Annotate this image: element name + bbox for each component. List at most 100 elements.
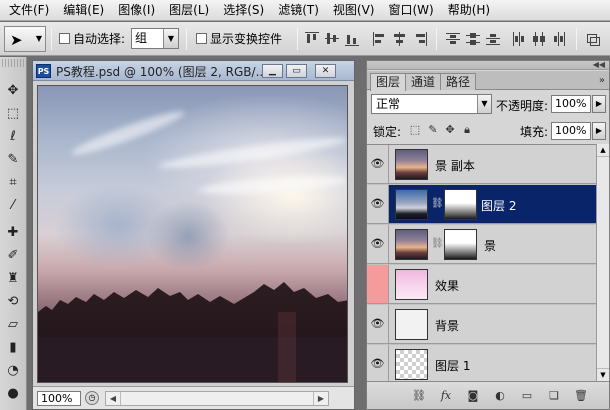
new-layer-icon[interactable]: ❏ [546, 388, 562, 404]
link-icon[interactable]: ⛓ [431, 198, 444, 209]
distribute-left-icon[interactable] [512, 32, 526, 46]
show-transform-checkbox[interactable] [196, 33, 207, 44]
healing-tool-icon[interactable]: ✚ [3, 223, 23, 243]
layer-row[interactable]: 👁︎ 图层 1 [367, 345, 596, 381]
fill-field[interactable]: 100% [551, 122, 591, 140]
distribute-hcenter-icon[interactable] [532, 32, 546, 46]
lock-label: 锁定: [373, 125, 402, 139]
minimize-button[interactable]: ▁ [262, 64, 283, 78]
move-tool-icon[interactable]: ✥ [3, 81, 23, 101]
clone-stamp-tool-icon[interactable]: ♜ [3, 269, 23, 289]
eye-icon[interactable]: 👁︎ [367, 185, 389, 223]
layers-scrollbar[interactable]: ▲ ▼ [596, 144, 609, 381]
scroll-left-icon[interactable]: ◀ [106, 392, 121, 405]
scroll-up-icon[interactable]: ▲ [597, 144, 609, 157]
lock-all-icon[interactable]: 🔒︎ [461, 124, 473, 136]
menu-edit[interactable]: 编辑(E) [56, 0, 111, 21]
lasso-tool-icon[interactable]: ℓ [3, 127, 23, 147]
image-canvas[interactable] [37, 85, 348, 383]
layer-row[interactable]: 👁︎ ⛓ 图层 2 [367, 185, 596, 224]
layer-mask-thumbnail[interactable] [444, 189, 477, 220]
eye-icon[interactable]: 👁︎ [367, 345, 389, 381]
layer-row[interactable]: 👁︎ 景 副本 [367, 145, 596, 184]
new-group-icon[interactable]: ▭ [519, 388, 535, 404]
menu-filter[interactable]: 滤镜(T) [271, 0, 326, 21]
align-left-icon[interactable] [373, 32, 387, 46]
distribute-top-icon[interactable] [446, 32, 460, 46]
delete-layer-icon[interactable]: 🗑︎ [573, 388, 589, 404]
quick-select-tool-icon[interactable]: ✎ [3, 150, 23, 170]
panel-menu-icon[interactable]: » [599, 75, 605, 86]
opacity-field[interactable]: 100% [551, 95, 591, 113]
blur-tool-icon[interactable]: ◔ [3, 361, 23, 381]
history-brush-tool-icon[interactable]: ⟲ [3, 292, 23, 312]
menu-layer[interactable]: 图层(L) [162, 0, 216, 21]
lock-position-icon[interactable]: ✥ [444, 124, 456, 136]
distribute-right-icon[interactable] [552, 32, 566, 46]
eyedropper-tool-icon[interactable]: ⁄ [3, 196, 23, 216]
auto-select-dropdown[interactable]: 组 ▼ [131, 28, 179, 49]
vertical-scrollbar[interactable] [350, 85, 353, 383]
scroll-down-icon[interactable]: ▼ [597, 368, 609, 381]
visibility-toggle[interactable] [367, 265, 389, 303]
panel-header-strip[interactable]: ◀◀ [367, 60, 609, 70]
marquee-tool-icon[interactable]: ⬚ [3, 104, 23, 124]
tools-panel: ✥ ⬚ ℓ ✎ ⌗ ⁄ ✚ ✐ ♜ ⟲ ▱ ▮ ◔ ● [0, 57, 27, 410]
auto-align-icon[interactable] [586, 32, 600, 46]
align-top-icon[interactable] [305, 32, 319, 46]
menu-file[interactable]: 文件(F) [2, 0, 56, 21]
layer-style-icon[interactable]: fx [438, 388, 454, 404]
layer-thumbnail [395, 269, 428, 300]
tab-channels[interactable]: 通道 [405, 73, 442, 90]
distribute-vcenter-icon[interactable] [466, 32, 480, 46]
menu-help[interactable]: 帮助(H) [441, 0, 497, 21]
fill-slider-icon[interactable]: ▶ [592, 122, 606, 140]
layer-name: 景 副本 [435, 159, 475, 173]
blend-mode-select[interactable]: 正常 ▼ [371, 94, 492, 114]
lock-transparent-icon[interactable]: ⬚ [409, 124, 421, 136]
adjustment-layer-icon[interactable]: ◐ [492, 388, 508, 404]
layer-row[interactable]: 👁︎ ⛓ 景 [367, 225, 596, 264]
horizontal-scrollbar[interactable]: ◀ ▶ [105, 391, 329, 406]
panel-grip[interactable] [2, 59, 24, 67]
crop-tool-icon[interactable]: ⌗ [3, 173, 23, 193]
collapse-panel-icon[interactable]: ◀◀ [593, 60, 605, 69]
menu-window[interactable]: 窗口(W) [381, 0, 440, 21]
eye-icon[interactable]: 👁︎ [367, 305, 389, 343]
tab-layers[interactable]: 图层 [370, 73, 407, 91]
brush-tool-icon[interactable]: ✐ [3, 246, 23, 266]
document-info-icon[interactable]: ◷ [85, 391, 99, 405]
document-title-bar[interactable]: PS PS教程.psd @ 100% (图层 2, RGB/... ▁ ▭ ✕ [33, 61, 354, 81]
zoom-level-field[interactable]: 100% [37, 391, 81, 406]
close-button[interactable]: ✕ [315, 64, 336, 78]
menu-select[interactable]: 选择(S) [216, 0, 271, 21]
link-icon[interactable]: ⛓ [431, 238, 444, 249]
add-mask-icon[interactable]: ◙ [465, 388, 481, 404]
auto-select-checkbox[interactable] [59, 33, 70, 44]
eye-icon[interactable]: 👁︎ [367, 145, 389, 183]
align-hcenter-icon[interactable] [393, 32, 407, 46]
restore-button[interactable]: ▭ [286, 64, 307, 78]
photoshop-file-icon: PS [36, 64, 51, 78]
align-bottom-icon[interactable] [345, 32, 359, 46]
distribute-bottom-icon[interactable] [486, 32, 500, 46]
dodge-tool-icon[interactable]: ● [3, 384, 23, 404]
opacity-slider-icon[interactable]: ▶ [592, 95, 606, 113]
tool-preset-picker[interactable]: ➤ ▼ [4, 26, 46, 52]
panel-tabs: 图层 通道 路径 [367, 71, 609, 91]
layer-row[interactable]: 👁︎ 背景 [367, 305, 596, 344]
tab-paths[interactable]: 路径 [440, 73, 477, 90]
layer-mask-thumbnail[interactable] [444, 229, 477, 260]
align-right-icon[interactable] [413, 32, 427, 46]
align-vcenter-icon[interactable] [325, 32, 339, 46]
gradient-tool-icon[interactable]: ▮ [3, 338, 23, 358]
link-layers-icon[interactable]: ⛓ [411, 388, 427, 404]
eye-icon[interactable]: 👁︎ [367, 225, 389, 263]
layer-row[interactable]: 效果 [367, 265, 596, 304]
layer-name: 图层 1 [435, 359, 471, 373]
lock-image-icon[interactable]: ✎ [427, 124, 439, 136]
eraser-tool-icon[interactable]: ▱ [3, 315, 23, 335]
scroll-right-icon[interactable]: ▶ [313, 392, 328, 405]
menu-image[interactable]: 图像(I) [111, 0, 162, 21]
menu-view[interactable]: 视图(V) [326, 0, 382, 21]
